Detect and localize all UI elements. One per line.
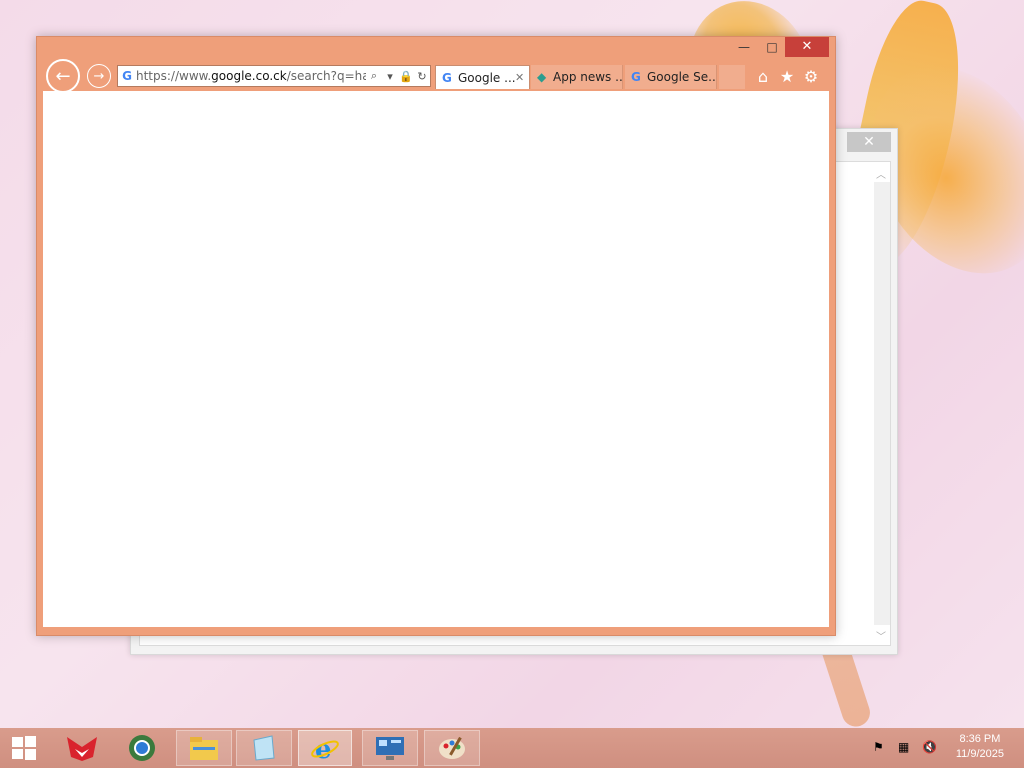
tab-app-news[interactable]: ◆ App news ... bbox=[531, 65, 623, 89]
chrome-icon bbox=[129, 735, 155, 761]
clock-time: 8:36 PM bbox=[959, 733, 1001, 745]
start-button[interactable] bbox=[0, 730, 48, 766]
control-panel-icon bbox=[376, 737, 404, 760]
network-icon[interactable]: ▦ bbox=[898, 740, 909, 754]
page-content[interactable] bbox=[43, 91, 829, 627]
vertical-scrollbar[interactable] bbox=[874, 182, 890, 625]
arrow-right-icon: → bbox=[93, 68, 105, 84]
lock-icon[interactable]: 🔒 bbox=[398, 70, 414, 83]
dropdown-icon[interactable]: ▾ bbox=[382, 70, 398, 83]
browser-window[interactable]: — □ ✕ ← → G https://www.google.co.ck/sea… bbox=[36, 36, 836, 636]
back-button[interactable]: ← bbox=[46, 59, 80, 93]
taskbar-internet-explorer[interactable]: e bbox=[298, 730, 352, 766]
new-tab-button[interactable] bbox=[719, 65, 745, 89]
system-clock[interactable]: 8:36 PM 11/9/2025 bbox=[956, 732, 1004, 762]
address-bar[interactable]: G https://www.google.co.ck/search?q=half… bbox=[117, 65, 431, 87]
file-explorer-icon bbox=[190, 737, 218, 760]
favorites-icon[interactable]: ★ bbox=[777, 67, 797, 87]
minimize-button[interactable]: — bbox=[731, 37, 757, 57]
taskbar-paint[interactable] bbox=[424, 730, 480, 766]
tab-close-icon[interactable]: ✕ bbox=[515, 71, 529, 84]
taskbar-notepad[interactable] bbox=[236, 730, 292, 766]
tab-google-search[interactable]: G Google Se... bbox=[625, 65, 717, 89]
refresh-icon[interactable]: ↻ bbox=[414, 70, 430, 83]
google-favicon-icon: G bbox=[122, 69, 132, 83]
maximize-button[interactable]: □ bbox=[759, 37, 785, 57]
tab-google[interactable]: G Google ... ✕ bbox=[435, 65, 530, 89]
google-icon: G bbox=[631, 70, 641, 84]
app-fox-icon bbox=[67, 737, 97, 761]
scroll-up-icon[interactable]: ︿ bbox=[876, 166, 886, 181]
start-icon bbox=[12, 736, 36, 760]
internet-explorer-icon: e bbox=[311, 735, 339, 763]
address-url[interactable]: https://www.google.co.ck/search?q=half- bbox=[136, 69, 366, 83]
notepad-icon bbox=[253, 735, 275, 761]
clock-date: 11/9/2025 bbox=[955, 748, 1004, 760]
volume-muted-icon[interactable]: 🔇 bbox=[922, 740, 937, 754]
settings-icon[interactable]: ⚙ bbox=[801, 67, 821, 87]
svg-text:e: e bbox=[315, 735, 332, 763]
forward-button[interactable]: → bbox=[87, 64, 111, 88]
taskbar-file-explorer[interactable] bbox=[176, 730, 232, 766]
background-window-close-button[interactable]: ✕ bbox=[847, 132, 891, 152]
taskbar-control-panel[interactable] bbox=[362, 730, 418, 766]
tab-label: App news ... bbox=[553, 70, 622, 84]
tab-label: Google Se... bbox=[647, 70, 716, 84]
taskbar-app-fox[interactable] bbox=[54, 730, 110, 766]
paint-icon bbox=[439, 736, 465, 759]
taskbar: e ⚑ ▦ 🔇 8:36 PM 11/9/2025 bbox=[0, 728, 1024, 768]
arrow-left-icon: ← bbox=[55, 65, 71, 87]
flag-alert-icon[interactable]: ⚑ bbox=[873, 740, 884, 754]
home-icon[interactable]: ⌂ bbox=[753, 67, 773, 87]
search-icon[interactable]: ⌕ bbox=[366, 69, 382, 83]
close-button[interactable]: ✕ bbox=[785, 37, 829, 57]
google-icon: G bbox=[442, 70, 452, 85]
taskbar-chrome[interactable] bbox=[114, 730, 170, 766]
app-news-icon: ◆ bbox=[537, 70, 547, 84]
scroll-down-icon[interactable]: ﹀ bbox=[876, 628, 886, 643]
tab-label: Google ... bbox=[458, 70, 515, 85]
